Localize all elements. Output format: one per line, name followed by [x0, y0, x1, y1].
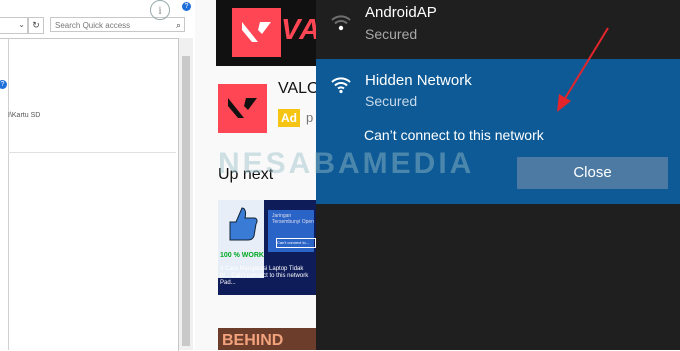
chevron-down-icon: ⌄: [18, 20, 25, 29]
refresh-icon[interactable]: ↻: [28, 17, 44, 34]
search-placeholder: Search Quick access: [55, 21, 131, 30]
scrollbar-thumb[interactable]: [182, 56, 190, 346]
divider: [8, 152, 176, 153]
file-explorer-window: ⌄ ↻ Search Quick access ⌕ i ? ? I\Kartu …: [0, 0, 195, 351]
connection-error-message: Can’t connect to this network: [364, 127, 544, 143]
valorant-logo: [232, 8, 281, 57]
ad-title: VALO: [278, 80, 316, 97]
wifi-icon: [331, 77, 351, 94]
help-icon[interactable]: ?: [182, 2, 191, 11]
banner-text: VALO: [281, 14, 316, 46]
thumbnail-caption: 4 Cara Mengatasi Laptop Tidak bi... Can'…: [220, 266, 309, 286]
network-status: Secured: [365, 93, 418, 109]
video-thumbnail[interactable]: 100 % WORK Jaringan Tersembunyi Open Can…: [218, 200, 316, 295]
thumbnail-window: Jaringan Tersembunyi Open Can't connect …: [268, 210, 316, 252]
video-thumbnail[interactable]: BEHIND: [218, 328, 316, 350]
network-status: Secured: [365, 26, 418, 42]
network-name: AndroidAP: [365, 4, 437, 21]
close-button[interactable]: Close: [517, 157, 668, 189]
ad-badge: Ad: [278, 109, 300, 127]
watermark: NESABAMEDIA: [218, 147, 475, 180]
search-input[interactable]: Search Quick access ⌕: [50, 17, 185, 32]
network-item-hidden-network[interactable]: Hidden Network Secured Can’t connect to …: [316, 59, 680, 204]
thumbnail-window-title: Jaringan Tersembunyi Open: [272, 213, 314, 225]
explorer-content: [0, 38, 179, 351]
thumbnail-work-label: 100 % WORK: [220, 252, 264, 259]
ad-banner[interactable]: VALO: [216, 0, 316, 66]
thumbnail-text: BEHIND: [222, 332, 284, 349]
wifi-icon: [331, 15, 351, 31]
vertical-scrollbar[interactable]: [179, 38, 193, 350]
info-icon[interactable]: i: [150, 0, 170, 20]
ad-url: p: [306, 110, 314, 125]
ad-card[interactable]: VALO Ad p: [216, 76, 316, 136]
drive-path-label: I\Kartu SD: [8, 112, 41, 119]
search-icon: ⌕: [175, 20, 181, 30]
valorant-logo: [218, 84, 267, 133]
thumbnail-window-error: Can't connect to...: [276, 238, 316, 248]
network-name: Hidden Network: [365, 72, 472, 89]
address-dropdown[interactable]: ⌄: [0, 17, 28, 34]
page-gutter: [195, 0, 216, 350]
explorer-address-bar: ⌄ ↻ Search Quick access ⌕ i ?: [0, 0, 195, 40]
